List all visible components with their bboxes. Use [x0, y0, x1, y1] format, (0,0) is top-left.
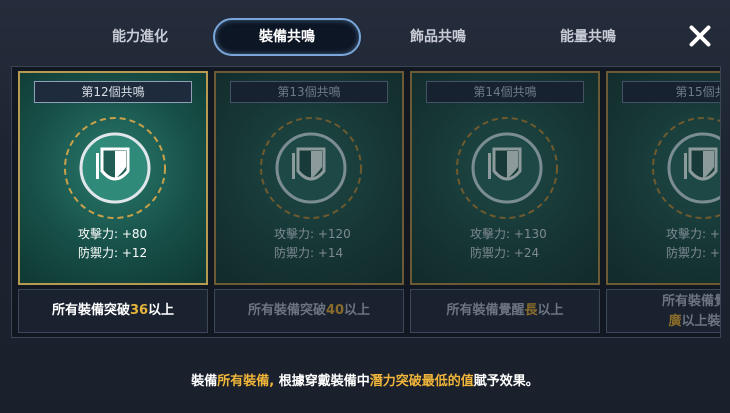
resonance-description: 裝備所有裝備, 根據穿戴裝備中潛力突破最低的值賦予效果。 [191, 374, 539, 389]
tab-bar: 能力進化 裝備共鳴 飾品共鳴 能量共鳴 [60, 18, 650, 56]
card-title: 第15個共 [622, 81, 720, 103]
resonance-card-12[interactable]: 第12個共鳴 攻擊力: +80 防禦力: +12 所有裝備突破36以上 [18, 71, 208, 333]
resonance-card-14[interactable]: 第14個共鳴 攻擊力: +130 防禦力: +24 所有裝備覺醒長以上 [410, 71, 600, 333]
card-stats: 攻擊力: +120 防禦力: +14 [274, 225, 351, 263]
attack-stat: 攻擊力: +80 [78, 227, 148, 241]
card-art: 第13個共鳴 攻擊力: +120 防禦力: +14 [214, 71, 404, 285]
card-stats: 攻擊力: +130 防禦力: +24 [470, 225, 547, 263]
tab-ability-evolution[interactable]: 能力進化 [80, 18, 200, 56]
card-stats: 攻擊力: + 防禦力: + [666, 225, 720, 263]
resonance-card-15[interactable]: 第15個共 攻擊力: + 防禦力: + 所有裝備覺醒廣以上裝備 [606, 71, 720, 333]
card-title: 第14個共鳴 [426, 81, 584, 103]
resonance-card-13[interactable]: 第13個共鳴 攻擊力: +120 防禦力: +14 所有裝備突破40以上 [214, 71, 404, 333]
card-art: 第14個共鳴 攻擊力: +130 防禦力: +24 [410, 71, 600, 285]
defense-stat: 防禦力: + [666, 246, 720, 260]
attack-stat: 攻擊力: +120 [274, 227, 351, 241]
card-stats: 攻擊力: +80 防禦力: +12 [78, 225, 147, 263]
shield-sword-emblem-icon [456, 117, 558, 219]
tab-equipment-resonance[interactable]: 裝備共鳴 [213, 18, 361, 56]
resonance-panel: 能力進化 裝備共鳴 飾品共鳴 能量共鳴 第12個共鳴 攻擊力: +80 防禦力:… [0, 0, 730, 413]
attack-stat: 攻擊力: + [666, 227, 720, 241]
defense-stat: 防禦力: +12 [78, 246, 148, 260]
card-requirement: 所有裝備突破40以上 [214, 289, 404, 333]
shield-sword-emblem-icon [652, 117, 720, 219]
card-requirement: 所有裝備突破36以上 [18, 289, 208, 333]
card-title: 第13個共鳴 [230, 81, 388, 103]
defense-stat: 防禦力: +24 [470, 246, 540, 260]
resonance-card-strip[interactable]: 第12個共鳴 攻擊力: +80 防禦力: +12 所有裝備突破36以上 第13個… [11, 66, 721, 338]
card-title: 第12個共鳴 [34, 81, 192, 103]
card-art: 第15個共 攻擊力: + 防禦力: + [606, 71, 720, 285]
defense-stat: 防禦力: +14 [274, 246, 344, 260]
card-art: 第12個共鳴 攻擊力: +80 防禦力: +12 [18, 71, 208, 285]
shield-sword-emblem-icon [64, 117, 166, 219]
attack-stat: 攻擊力: +130 [470, 227, 547, 241]
close-icon[interactable] [686, 22, 714, 50]
shield-sword-emblem-icon [260, 117, 362, 219]
card-requirement: 所有裝備覺醒廣以上裝備 [606, 289, 720, 333]
tab-energy-resonance[interactable]: 能量共鳴 [528, 18, 648, 56]
card-requirement: 所有裝備覺醒長以上 [410, 289, 600, 333]
tab-accessory-resonance[interactable]: 飾品共鳴 [378, 18, 498, 56]
